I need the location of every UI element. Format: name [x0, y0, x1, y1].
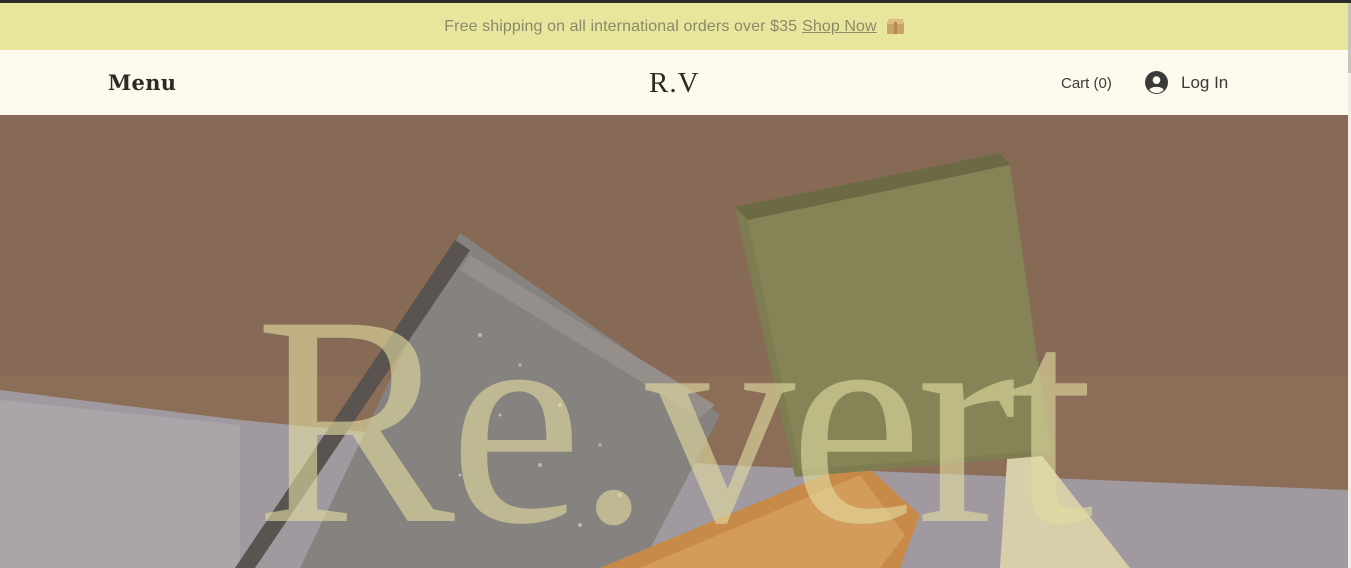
shop-now-link[interactable]: Shop Now: [802, 18, 877, 36]
user-avatar-icon: [1145, 71, 1168, 94]
hero-section: Re.vert: [0, 115, 1348, 568]
site-header: Menu R.V Cart 0 Log In: [0, 50, 1348, 115]
menu-button[interactable]: Menu: [108, 70, 176, 95]
package-icon: [886, 19, 904, 34]
announcement-text: Free shipping on all international order…: [444, 17, 798, 35]
cart-button[interactable]: Cart 0: [1061, 75, 1112, 92]
site-logo[interactable]: R.V: [649, 67, 700, 100]
cart-count: 0: [1094, 75, 1112, 92]
cart-label: Cart: [1061, 75, 1090, 92]
login-button[interactable]: Log In: [1145, 71, 1228, 94]
hero-image: [0, 115, 1348, 568]
announcement-bar: Free shipping on all international order…: [0, 3, 1348, 50]
login-label: Log In: [1181, 72, 1229, 92]
